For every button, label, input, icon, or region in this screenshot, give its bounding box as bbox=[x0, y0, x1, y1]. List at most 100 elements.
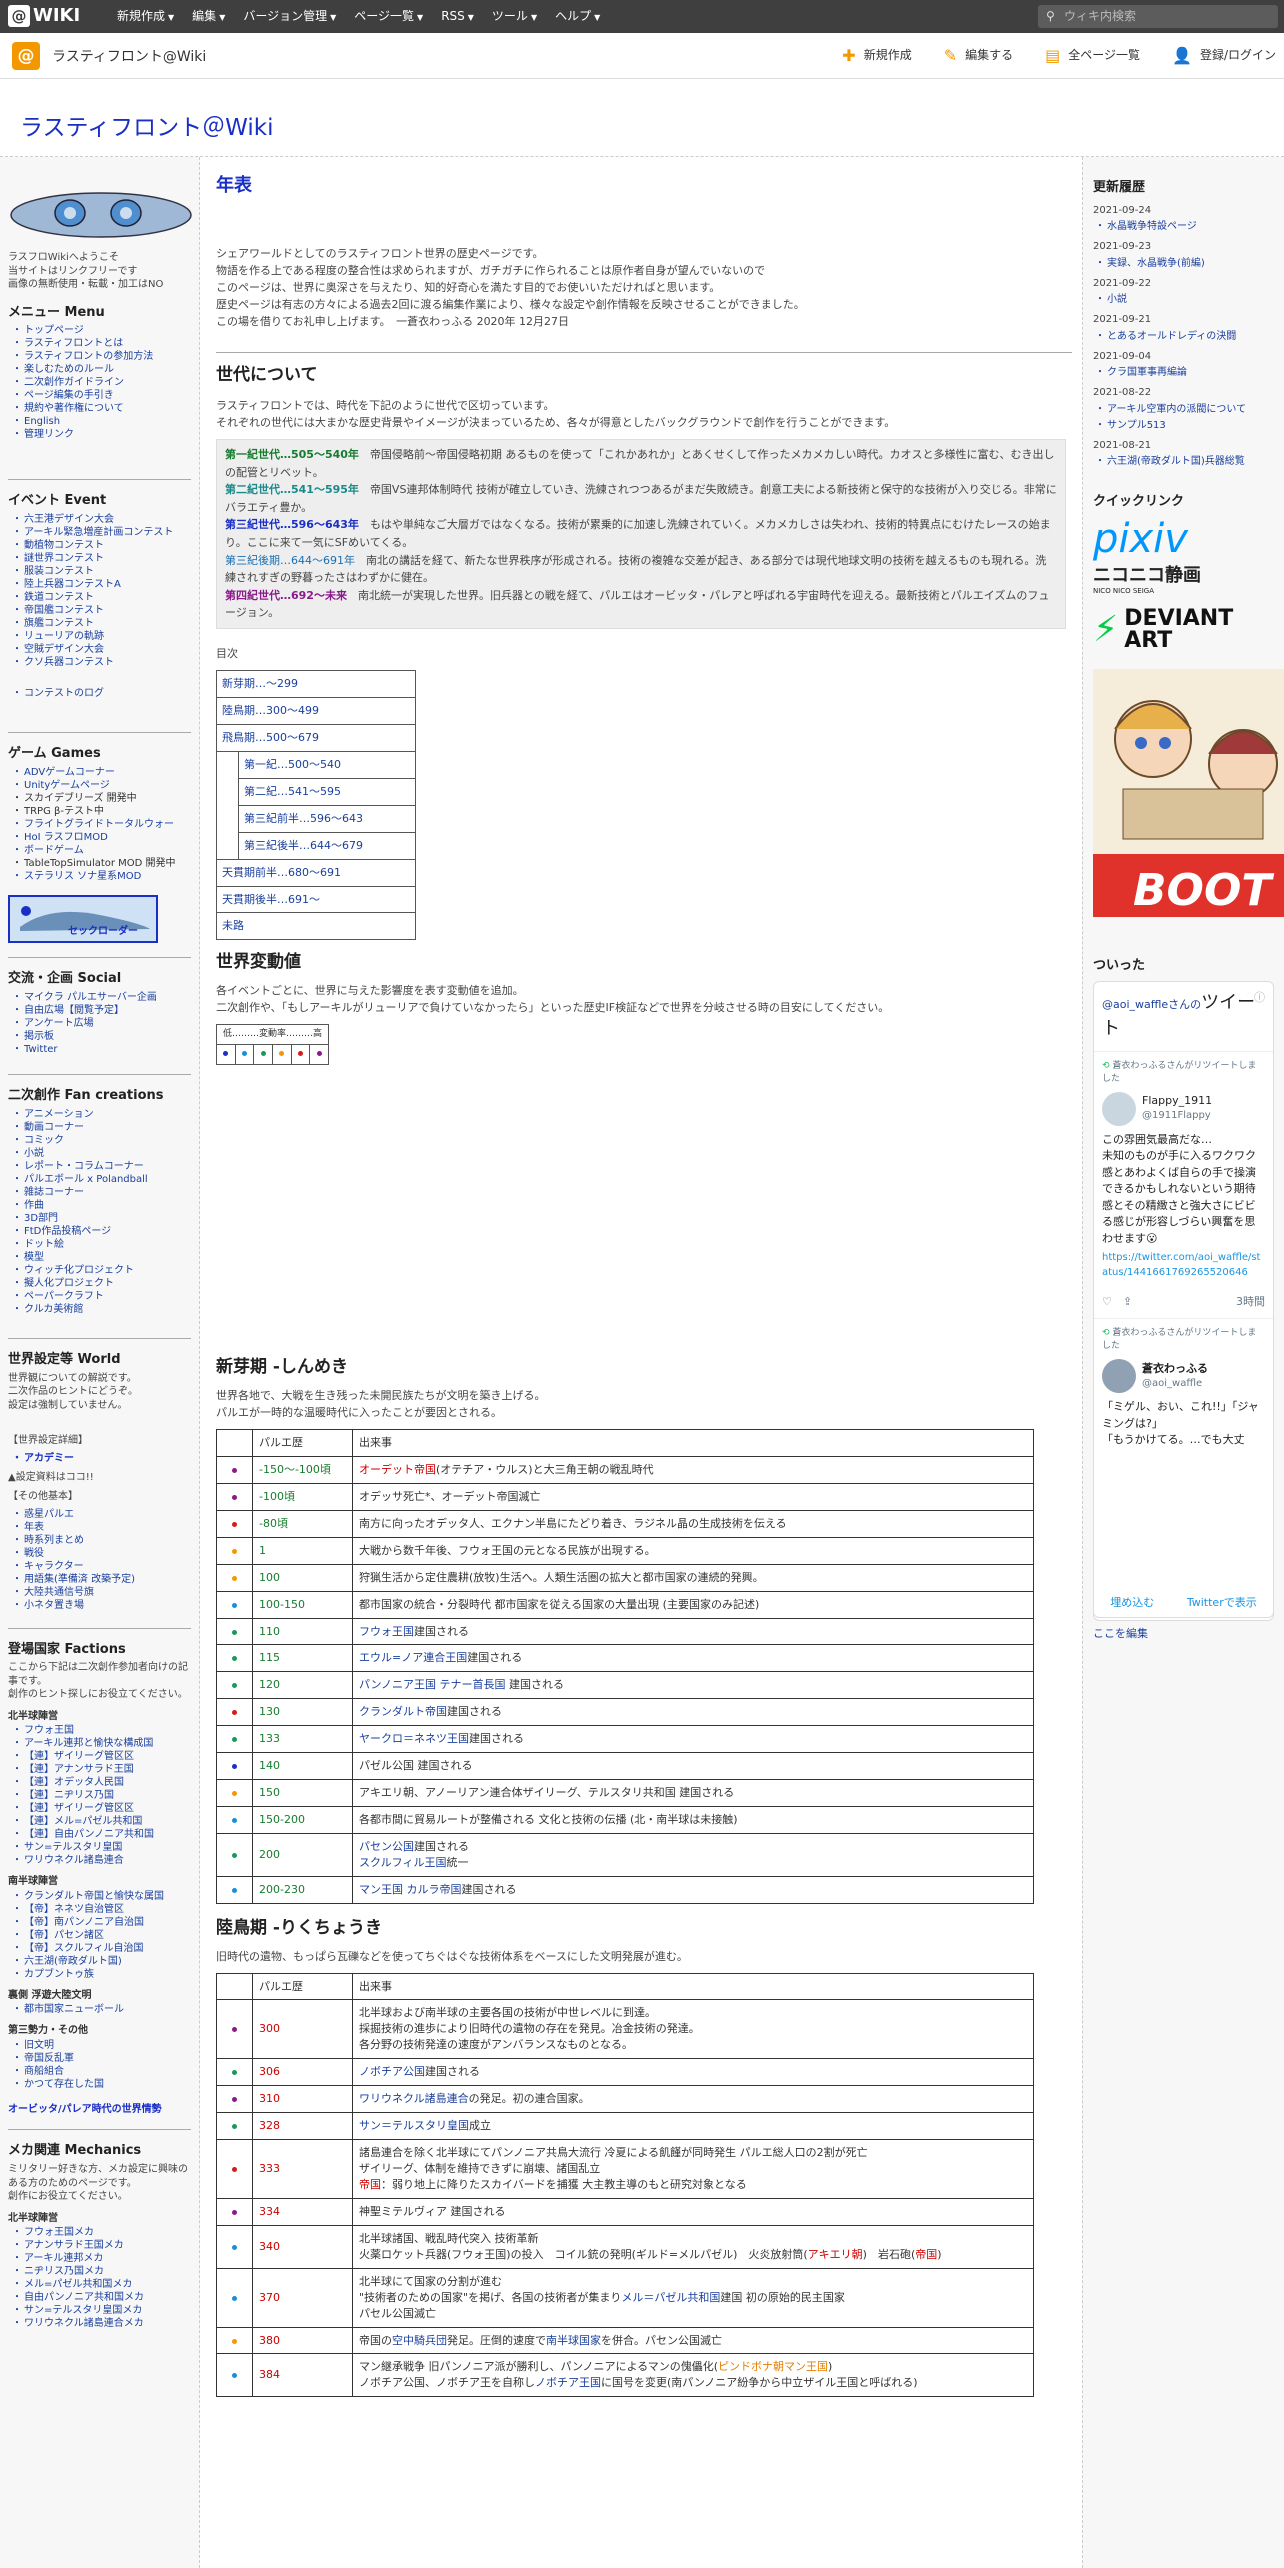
toc-link[interactable]: 第一紀…500～540 bbox=[238, 750, 416, 779]
faction-item[interactable]: アーキル連邦と愉快な構成国 bbox=[8, 1737, 191, 1750]
mech-item[interactable]: ワリウネクル諸島連合メカ bbox=[8, 2317, 191, 2330]
mech-item[interactable]: フウォ王国メカ bbox=[8, 2226, 191, 2239]
view-on-twitter-link[interactable]: Twitterで表示 bbox=[1187, 1595, 1257, 1611]
fan-item[interactable]: ペーパークラフト bbox=[8, 1290, 191, 1303]
event-item[interactable]: クソ兵器コンテスト bbox=[8, 656, 191, 669]
mech-item[interactable]: サン=テルスタリ皇国メカ bbox=[8, 2304, 191, 2317]
menu-item[interactable]: トップページ bbox=[8, 324, 191, 337]
wiki-logo[interactable]: @ WIKI bbox=[8, 5, 80, 27]
social-item[interactable]: 自由広場【閲覧予定】 bbox=[8, 1004, 191, 1017]
fan-item[interactable]: 動画コーナー bbox=[8, 1121, 191, 1134]
world-item[interactable]: 惑星パルエ bbox=[8, 1508, 191, 1521]
seckloader-banner[interactable]: セックローダー bbox=[8, 895, 158, 944]
info-icon[interactable]: ⓘ bbox=[1254, 990, 1265, 1006]
fan-item[interactable]: 小説 bbox=[8, 1147, 191, 1160]
menu-item[interactable]: 管理リンク bbox=[8, 428, 191, 441]
faction-item[interactable]: 【帝】南パンノニア自治国 bbox=[8, 1916, 191, 1929]
faction-item[interactable]: 帝国反乱軍 bbox=[8, 2052, 191, 2065]
mech-item[interactable]: 自由パンノニア共和国メカ bbox=[8, 2291, 191, 2304]
edit-button[interactable]: ✎ 編集する bbox=[944, 33, 1013, 79]
fan-item[interactable]: ドット絵 bbox=[8, 1238, 191, 1251]
event-item[interactable]: 陸上兵器コンテストA bbox=[8, 578, 191, 591]
academy-link[interactable]: アカデミー bbox=[8, 1452, 191, 1465]
contest-log-link[interactable]: コンテストのログ bbox=[8, 687, 191, 700]
faction-item[interactable]: 旧文明 bbox=[8, 2039, 191, 2052]
history-item[interactable]: とあるオールドレディの決闘 bbox=[1093, 330, 1274, 344]
top-menu-item[interactable]: 編集 ▼ bbox=[183, 0, 234, 33]
menu-item[interactable]: ラスティフロントの参加方法 bbox=[8, 350, 191, 363]
faction-item[interactable]: 商船組合 bbox=[8, 2065, 191, 2078]
event-item[interactable]: 服装コンテスト bbox=[8, 565, 191, 578]
toc-link[interactable]: 未路 bbox=[216, 912, 416, 941]
event-item[interactable]: アーキル緊急増産計画コンテスト bbox=[8, 526, 191, 539]
toc-link[interactable]: 第二紀…541～595 bbox=[238, 777, 416, 806]
mech-item[interactable]: アーキル連邦メカ bbox=[8, 2252, 191, 2265]
fan-item[interactable]: 模型 bbox=[8, 1251, 191, 1264]
toc-link[interactable]: 飛鳥期…500～679 bbox=[216, 723, 416, 752]
world-item[interactable]: 時系列まとめ bbox=[8, 1534, 191, 1547]
site-name[interactable]: ラスティフロント@Wiki bbox=[52, 47, 206, 67]
embed-link[interactable]: 埋め込む bbox=[1110, 1595, 1154, 1611]
faction-item[interactable]: ワリウネクル諸島連合 bbox=[8, 1854, 191, 1867]
fan-item[interactable]: ウィッチ化プロジェクト bbox=[8, 1264, 191, 1277]
faction-item[interactable]: クランダルト帝国と愉快な属国 bbox=[8, 1890, 191, 1903]
top-menu-item[interactable]: ページ一覧 ▼ bbox=[345, 0, 432, 33]
share-icon[interactable]: ⇪ bbox=[1123, 1295, 1132, 1308]
faction-item[interactable]: 【帝】スクルフィル自治国 bbox=[8, 1942, 191, 1955]
orbital-link[interactable]: オービッタ/パレア時代の世界情勢 bbox=[8, 2103, 191, 2118]
top-menu-item[interactable]: ツール ▼ bbox=[483, 0, 546, 33]
tweet-1[interactable]: ⟲ 蒼衣わっふるさんがリツイートしました Flappy_1911 @1911Fla… bbox=[1094, 1052, 1273, 1320]
top-menu-item[interactable]: 新規作成 ▼ bbox=[108, 0, 183, 33]
history-item[interactable]: クラ国軍事再編論 bbox=[1093, 366, 1274, 380]
toc-link[interactable]: 新芽期…～299 bbox=[216, 670, 416, 698]
wiki-title[interactable]: ラスティフロント＠Wiki bbox=[20, 112, 274, 145]
event-item[interactable]: 帝国艦コンテスト bbox=[8, 604, 191, 617]
social-item[interactable]: アンケート広場 bbox=[8, 1017, 191, 1030]
toc-link[interactable]: 陸鳥期…300～499 bbox=[216, 696, 416, 725]
mech-item[interactable]: ニヂリス乃国メカ bbox=[8, 2265, 191, 2278]
history-item[interactable]: 実録、水晶戦争(前編) bbox=[1093, 257, 1274, 271]
world-item[interactable]: 小ネタ置き場 bbox=[8, 1599, 191, 1612]
event-item[interactable]: 空賊デザイン大会 bbox=[8, 643, 191, 656]
search-input[interactable]: ⚲ ウィキ内検索 bbox=[1038, 5, 1278, 28]
fan-item[interactable]: 3D部門 bbox=[8, 1212, 191, 1225]
world-item[interactable]: 大陸共通信号旗 bbox=[8, 1586, 191, 1599]
history-item[interactable]: 六王湖(帝政ダルト国)兵器総覧 bbox=[1093, 455, 1274, 469]
faction-item[interactable]: 都市国家ニューボール bbox=[8, 2003, 191, 2016]
login-button[interactable]: 👤 登録/ログイン bbox=[1172, 33, 1276, 79]
fan-item[interactable]: レポート・コラムコーナー bbox=[8, 1160, 191, 1173]
toc-link[interactable]: 第三紀前半…596～643 bbox=[238, 804, 416, 833]
event-item[interactable]: 旗艦コンテスト bbox=[8, 617, 191, 630]
faction-item[interactable]: 【連】ニヂリス乃国 bbox=[8, 1789, 191, 1802]
event-item[interactable]: 動植物コンテスト bbox=[8, 539, 191, 552]
mech-item[interactable]: メル=パゼル共和国メカ bbox=[8, 2278, 191, 2291]
tweet-link[interactable]: https://twitter.com/aoi_waffle/status/14… bbox=[1102, 1251, 1265, 1280]
edit-here-link[interactable]: ここを編集 bbox=[1093, 1626, 1274, 1642]
faction-item[interactable]: 【連】自由パンノニア共和国 bbox=[8, 1828, 191, 1841]
avatar[interactable] bbox=[1102, 1091, 1136, 1126]
game-item[interactable]: ボードゲーム bbox=[8, 844, 191, 857]
faction-item[interactable]: 【連】メル=パゼル共和国 bbox=[8, 1815, 191, 1828]
fan-item[interactable]: アニメーション bbox=[8, 1108, 191, 1121]
menu-item[interactable]: English bbox=[8, 415, 191, 428]
event-item[interactable]: リューリアの軌跡 bbox=[8, 630, 191, 643]
game-item[interactable]: HoI ラスフロMOD bbox=[8, 831, 191, 844]
game-item[interactable]: Unityゲームページ bbox=[8, 779, 191, 792]
booth-banner[interactable]: BOOT bbox=[1093, 668, 1284, 917]
history-item[interactable]: アーキル空軍内の派閥について bbox=[1093, 403, 1274, 417]
top-menu-item[interactable]: バージョン管理 ▼ bbox=[234, 0, 345, 33]
avatar[interactable] bbox=[1102, 1359, 1136, 1394]
heart-icon[interactable]: ♡ bbox=[1102, 1295, 1112, 1308]
faction-item[interactable]: フウォ王国 bbox=[8, 1724, 191, 1737]
faction-item[interactable]: 【帝】パセン諸区 bbox=[8, 1929, 191, 1942]
faction-item[interactable]: カプブントゥ族 bbox=[8, 1968, 191, 1981]
fan-item[interactable]: クルカ美術館 bbox=[8, 1303, 191, 1316]
fan-item[interactable]: FtD作品投稿ページ bbox=[8, 1225, 191, 1238]
game-item[interactable]: ADVゲームコーナー bbox=[8, 766, 191, 779]
world-item[interactable]: キャラクター bbox=[8, 1560, 191, 1573]
new-page-button[interactable]: ✚ 新規作成 bbox=[842, 33, 911, 79]
faction-item[interactable]: 【連】アナンサラド王国 bbox=[8, 1763, 191, 1776]
game-item[interactable]: ステラリス ソナ星系MOD bbox=[8, 870, 191, 883]
faction-item[interactable]: 【連】ザイリーグ管区区 bbox=[8, 1802, 191, 1815]
world-item[interactable]: 戦役 bbox=[8, 1547, 191, 1560]
